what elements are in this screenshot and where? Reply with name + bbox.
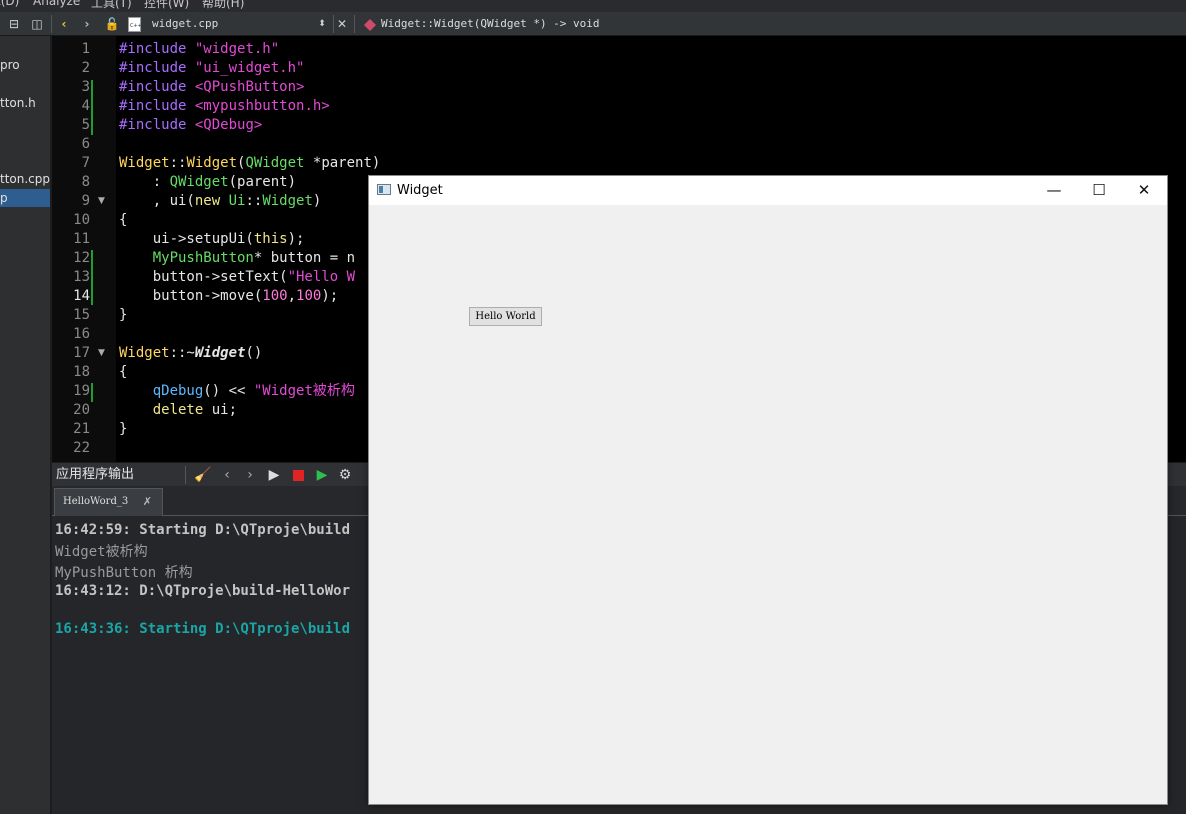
modified-line-marker — [91, 383, 93, 402]
line-number: 10 — [73, 212, 90, 228]
line-number: 11 — [73, 231, 90, 247]
split-icon[interactable]: ⊟ — [4, 12, 24, 36]
code-line: } — [119, 307, 128, 323]
code-line: , ui(new Ui::Widget) — [119, 193, 322, 209]
menu-item-tools[interactable]: 工具(T) — [91, 0, 132, 11]
code-line: #include <mypushbutton.h> — [119, 98, 330, 114]
code-line: button->move(100,100); — [119, 288, 339, 304]
code-line: Widget::Widget(QWidget *parent) — [119, 155, 381, 171]
menu-item-analyze[interactable]: Analyze — [33, 0, 80, 8]
line-number: 12 — [73, 250, 90, 266]
fold-arrow-icon[interactable]: ▼ — [98, 192, 105, 211]
code-line: Widget::~Widget() — [119, 345, 263, 361]
line-number: 21 — [73, 421, 90, 437]
stop-icon[interactable] — [289, 463, 307, 487]
project-item-source[interactable]: tton.cpp — [0, 170, 50, 188]
code-line: #include "widget.h" — [119, 41, 280, 57]
function-signature[interactable]: Widget::Widget(QWidget *) -> void — [381, 12, 600, 36]
chevron-left-icon[interactable]: ‹ — [218, 463, 236, 487]
modified-line-marker — [91, 80, 93, 135]
close-button[interactable]: ✕ — [1121, 176, 1167, 205]
line-number: 9 — [81, 193, 90, 209]
output-tab-label: HelloWord_3 — [63, 496, 129, 507]
code-line: #include "ui_widget.h" — [119, 60, 305, 76]
file-name[interactable]: widget.cpp — [152, 12, 218, 36]
close-document-icon[interactable]: ✕ — [335, 12, 349, 36]
menu-item-help[interactable]: 帮助(H) — [202, 0, 244, 11]
line-number-current: 14 — [73, 288, 90, 304]
line-number: 15 — [73, 307, 90, 323]
code-line: button->setText("Hello W — [119, 269, 356, 285]
code-line: } — [119, 421, 128, 437]
output-line: 16:43:36: Starting D:\QTproje\build — [55, 621, 351, 637]
line-number: 18 — [73, 364, 90, 380]
line-number: 4 — [81, 98, 90, 114]
line-number: 6 — [81, 136, 90, 152]
widget-window[interactable]: Widget — ☐ ✕ Hello World — [368, 175, 1168, 805]
hello-world-button[interactable]: Hello World — [469, 307, 542, 326]
code-line: : QWidget(parent) — [119, 174, 297, 190]
maximize-button[interactable]: ☐ — [1076, 176, 1122, 205]
output-line: 16:42:59: Starting D:\QTproje\build — [55, 522, 351, 538]
debug-run-icon[interactable]: ▶ — [312, 463, 332, 487]
lock-icon[interactable]: 🔓 — [103, 12, 121, 36]
svg-text:C++: C++ — [130, 23, 141, 29]
function-icon — [363, 12, 377, 36]
gear-icon[interactable]: ⚙ — [336, 463, 354, 487]
line-number: 19 — [73, 383, 90, 399]
cpp-file-icon: C++ — [126, 12, 142, 36]
modified-line-marker — [91, 250, 93, 305]
project-panel: pro tton.h tton.cpp p — [0, 36, 51, 814]
code-line: #include <QDebug> — [119, 117, 263, 133]
close-sidebar-icon[interactable]: ◫ — [28, 12, 46, 36]
output-line: MyPushButton 析构 — [55, 565, 193, 581]
chevron-right-icon[interactable]: › — [241, 463, 259, 487]
clear-output-icon[interactable]: 🧹 — [192, 463, 214, 487]
line-number: 17 — [73, 345, 90, 361]
line-number: 13 — [73, 269, 90, 285]
menu-item-controls[interactable]: 控件(W) — [144, 0, 189, 11]
window-title: Widget — [397, 183, 443, 198]
chevron-right-icon[interactable]: › — [78, 12, 96, 36]
line-number: 5 — [81, 117, 90, 133]
line-number: 20 — [73, 402, 90, 418]
chevron-left-icon[interactable]: ‹ — [55, 12, 73, 36]
run-icon[interactable]: ▶ — [265, 463, 283, 487]
line-number: 22 — [73, 440, 90, 456]
code-line: { — [119, 212, 128, 228]
code-line: delete ui; — [152, 402, 238, 418]
line-number: 16 — [73, 326, 90, 342]
fold-arrow-icon[interactable]: ▼ — [98, 344, 105, 363]
code-line: qDebug() << "Widget被析构 — [152, 383, 355, 399]
line-number: 2 — [81, 60, 90, 76]
menu-item-debug[interactable]: t(D) — [0, 0, 19, 8]
line-number: 8 — [81, 174, 90, 190]
close-tab-icon[interactable]: ✗ — [143, 489, 152, 515]
output-line: Widget被析构 — [55, 544, 148, 560]
line-number: 1 — [81, 41, 90, 57]
code-line: ui->setupUi(this); — [119, 231, 305, 247]
line-number: 7 — [81, 155, 90, 171]
project-item-pro[interactable]: pro — [0, 56, 50, 74]
menu-bar: t(D) Analyze 工具(T) 控件(W) 帮助(H) — [0, 0, 1186, 12]
minimize-button[interactable]: — — [1031, 176, 1077, 205]
code-line: MyPushButton* button = n — [152, 250, 356, 266]
project-item-selected[interactable]: p — [0, 189, 50, 207]
output-tab[interactable]: HelloWord_3 ✗ — [54, 488, 163, 516]
editor-toolbar: ⊟ ◫ ‹ › 🔓 C++ widget.cpp ⬍ ✕ Widget::Wid… — [0, 12, 1186, 36]
project-item-header[interactable]: tton.h — [0, 94, 50, 112]
output-pane-title: 应用程序输出 — [56, 467, 135, 482]
window-app-icon — [377, 184, 391, 195]
window-titlebar[interactable]: Widget — ☐ ✕ — [369, 176, 1167, 205]
file-dropdown-icon[interactable]: ⬍ — [315, 12, 329, 36]
line-gutter: 1 2 3 4 5 6 7 8 9 10 11 12 13 14 15 16 1… — [52, 36, 116, 462]
code-line: #include <QPushButton> — [119, 79, 305, 95]
line-number: 3 — [81, 79, 90, 95]
code-line: { — [119, 364, 128, 380]
output-line: 16:43:12: D:\QTproje\build-HelloWor — [55, 583, 351, 599]
